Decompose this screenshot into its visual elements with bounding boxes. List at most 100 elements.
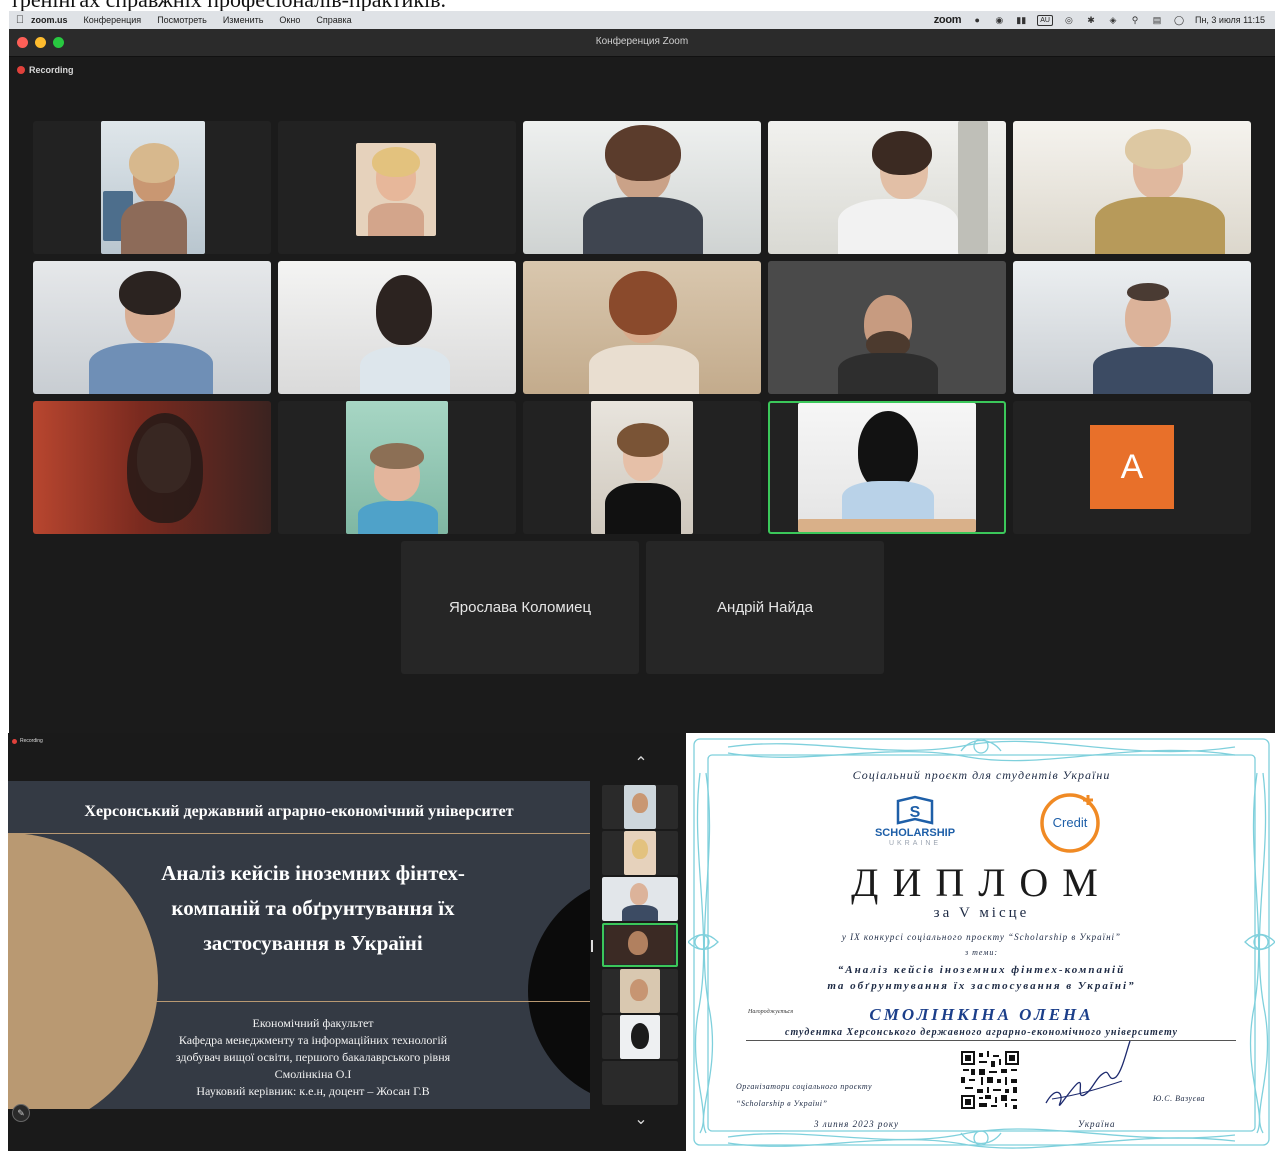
menu-app-name[interactable]: zoom.us [31, 15, 68, 25]
video-tile[interactable] [33, 401, 271, 534]
recording-indicator: Recording [12, 738, 43, 744]
apple-icon[interactable]:  [9, 14, 31, 26]
strip-video-thumb[interactable] [602, 831, 678, 875]
bluetooth-icon[interactable]: ✱ [1085, 14, 1097, 26]
menu-help[interactable]: Справка [316, 15, 351, 25]
menu-window[interactable]: Окно [279, 15, 300, 25]
video-tile[interactable] [1013, 261, 1251, 394]
diploma-recipient-name: СМОЛІНКІНА ОЛЕНА [869, 1005, 1094, 1024]
menu-edit[interactable]: Изменить [223, 15, 264, 25]
slide-university: Херсонський державний аграрно-економічни… [84, 803, 514, 820]
slide-info-line: Кафедра менеджменту та інформаційних тех… [178, 1033, 448, 1047]
control-center-icon[interactable]: ▤ [1151, 14, 1163, 26]
handwritten-signature [1045, 1040, 1131, 1106]
slide-info-line: здобувач вищої освіти, першого бакалаврс… [175, 1050, 451, 1064]
video-tile[interactable] [33, 261, 271, 394]
recording-label: Recording [29, 65, 74, 75]
macos-menubar:  zoom.us Конференция Посмотреть Изменит… [9, 11, 1275, 29]
menubar-clock[interactable]: Пн, 3 июля 11:15 [1195, 15, 1265, 25]
video-tile[interactable] [278, 121, 516, 254]
recording-indicator: Recording [17, 65, 74, 75]
presentation-screenshot: Recording Херсонський державний аграрно-… [8, 733, 686, 1151]
diploma-date: 3 липня 2023 року [814, 1119, 900, 1129]
scholarship-logo-subtext: UKRAINE [888, 840, 942, 847]
recording-label: Recording [20, 738, 43, 744]
wifi-icon[interactable]: ◈ [1107, 14, 1119, 26]
diploma-subtitle: Соціальний проєкт для студентів України [852, 768, 1111, 782]
credit-logo: Credit [1038, 791, 1102, 855]
video-tile[interactable] [523, 121, 761, 254]
strip-video-thumb[interactable] [602, 1015, 678, 1059]
diploma-topic-line: та обґрунтування їх застосування в Украї… [827, 980, 1136, 992]
qr-code [961, 1051, 1019, 1109]
diploma-place: за V місце [933, 905, 1030, 921]
decorative-circle [528, 876, 590, 1106]
window-title: Конференция Zoom [595, 36, 689, 47]
diploma-signer: Ю.С. Вазуєва [1153, 1094, 1206, 1103]
slide-info-line: Економічний факультет [252, 1016, 374, 1030]
user-icon[interactable]: ● [971, 14, 983, 26]
strip-video-thumb[interactable] [602, 1061, 678, 1105]
video-tile[interactable] [278, 261, 516, 394]
diploma-contest: у IX конкурсі соціального проєкту “Schol… [841, 932, 1122, 942]
diploma-topic-line: “Аналіз кейсів іноземних фінтех-компаній [837, 964, 1126, 976]
zoom-screenshot:  zoom.us Конференция Посмотреть Изменит… [9, 11, 1275, 733]
battery-icon[interactable]: ▮▮ [1015, 14, 1027, 26]
menubar-tray: zoom ● ◉ ▮▮ AU ◎ ✱ ◈ ⚲ ▤ ◯ Пн, 3 июля 11… [934, 14, 1275, 26]
strip-video-thumb-active[interactable] [602, 923, 678, 967]
diploma-student-line: студентка Херсонського державного аграрн… [785, 1027, 1178, 1038]
chevron-up-icon[interactable]: ⌃ [629, 756, 653, 772]
slide-info: Економічний факультет Кафедра менеджмент… [103, 1015, 523, 1100]
divider [8, 833, 590, 834]
organizers-line: “Scholarship в Україні” [736, 1099, 828, 1108]
slide-info-line: Науковий керівник: к.е.н, доцент – Жосан… [196, 1084, 430, 1098]
avatar: A [1090, 425, 1174, 509]
slide-info-line: Смолінкіна О.І [274, 1067, 352, 1081]
recording-dot-icon [17, 66, 25, 74]
diploma-organizers: Організатори соціального проєкту “Schola… [736, 1078, 872, 1112]
divider [8, 1001, 590, 1002]
document-caption: тренінгах справжніх професіоналів-практи… [0, 0, 1275, 11]
participant-name: Ярослава Коломиец [448, 599, 592, 616]
annotate-pen-icon[interactable]: ✎ [12, 1104, 30, 1122]
strip-video-thumb[interactable] [602, 785, 678, 829]
organizers-line: Організатори соціального проєкту [736, 1082, 873, 1091]
participant-name-tile[interactable]: Андрій Найда [646, 541, 884, 674]
strip-video-thumb[interactable] [602, 877, 678, 921]
book-s-icon: S [896, 795, 934, 825]
diploma-certificate: Соціальний проєкт для студентів України … [688, 733, 1275, 1151]
video-tile[interactable] [768, 121, 1006, 254]
scholarship-logo-text: SCHOLARSHIP [874, 827, 956, 839]
video-tile[interactable] [523, 401, 761, 534]
menu-view[interactable]: Посмотреть [157, 15, 207, 25]
airplay-icon[interactable]: ◎ [1063, 14, 1075, 26]
search-icon[interactable]: ⚲ [1129, 14, 1141, 26]
participant-name-tile[interactable]: Ярослава Коломиец [401, 541, 639, 674]
menu-conference[interactable]: Конференция [84, 15, 142, 25]
participant-name: Андрій Найда [717, 599, 813, 616]
participant-strip [602, 785, 680, 1120]
video-tile[interactable] [768, 261, 1006, 394]
text-cursor [591, 940, 593, 952]
diploma-country: Україна [1078, 1119, 1116, 1129]
video-tile-avatar[interactable]: A [1013, 401, 1251, 534]
zoom-tray-icon[interactable]: zoom [934, 14, 962, 26]
diploma-title: ДИПЛОМ [851, 860, 1112, 905]
scholarship-logo: S SCHOLARSHIP UKRAINE [860, 791, 970, 851]
diploma-topic-label: з теми: [964, 948, 999, 957]
video-tile[interactable] [33, 121, 271, 254]
recording-dot-icon [12, 738, 17, 744]
video-tile[interactable] [278, 401, 516, 534]
zoom-titlebar: Конференция Zoom [9, 29, 1275, 57]
siri-icon[interactable]: ◯ [1173, 14, 1185, 26]
chevron-down-icon[interactable]: ⌄ [629, 1112, 653, 1128]
video-tile-active-speaker[interactable] [768, 401, 1006, 534]
video-tile[interactable] [1013, 121, 1251, 254]
record-status-icon[interactable]: ◉ [993, 14, 1005, 26]
keyboard-layout-icon[interactable]: AU [1037, 14, 1053, 26]
strip-video-thumb[interactable] [602, 969, 678, 1013]
video-tile[interactable] [523, 261, 761, 394]
credit-logo-text: Credit [1052, 815, 1088, 830]
diploma-topic: “Аналіз кейсів іноземних фінтех-компаній… [688, 962, 1275, 994]
svg-text:S: S [910, 804, 921, 821]
